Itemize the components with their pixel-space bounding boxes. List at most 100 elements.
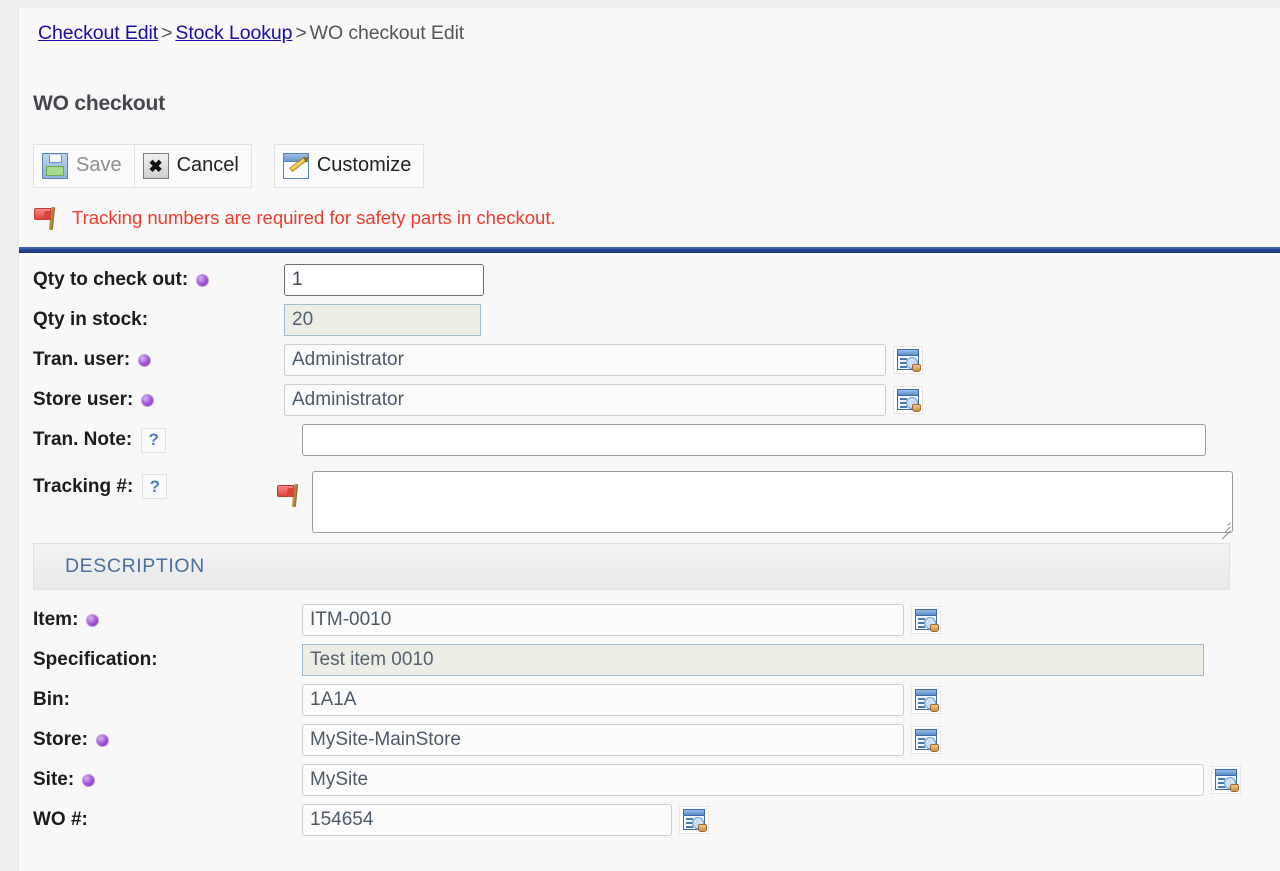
tracking-number-textarea-wrap [312, 471, 1233, 540]
breadcrumb-separator-1: > [161, 22, 173, 44]
checkout-form: Qty to check out: Qty in stock: [19, 260, 1280, 840]
customize-button-label: Customize [316, 154, 412, 176]
label-text: Store: [33, 729, 88, 750]
floppy-disk-icon [42, 153, 68, 179]
field-specification [284, 644, 1280, 676]
label-store-user: Store user: [19, 389, 284, 411]
label-item: Item: [19, 609, 284, 631]
cancel-x-icon: ✖ [142, 153, 169, 179]
label-text: Item: [33, 609, 79, 630]
label-text: Site: [33, 769, 75, 790]
label-text: Qty in stock: [33, 309, 149, 330]
form-row-qty-in-stock: Qty in stock: [19, 300, 1280, 340]
tran-user-lookup-icon[interactable] [893, 346, 923, 374]
label-text: Tran. Note: [33, 429, 133, 450]
label-text: Qty to check out: [33, 269, 189, 290]
store-input[interactable] [302, 724, 904, 756]
label-bin: Bin: [19, 689, 284, 711]
required-dot-icon [142, 394, 154, 406]
label-tracking-number: Tracking #: ? [19, 460, 284, 499]
top-strip [18, 0, 1280, 8]
page-content: Checkout Edit > Stock Lookup > WO checkout E… [19, 8, 1280, 871]
store-lookup-icon[interactable] [911, 726, 941, 754]
field-tran-note [284, 424, 1280, 456]
toolbar: Save ✖ Cancel Customize [33, 144, 425, 188]
customize-button[interactable]: Customize [273, 144, 425, 188]
section-divider [19, 247, 1280, 253]
cancel-button[interactable]: ✖ Cancel [133, 144, 252, 188]
qty-in-stock-input [284, 304, 481, 336]
label-wo-number: WO #: [19, 809, 284, 831]
label-tran-note: Tran. Note: ? [19, 427, 284, 453]
label-text: Store user: [33, 389, 134, 410]
section-title-text: DESCRIPTION [65, 555, 205, 577]
required-dot-icon [96, 734, 108, 746]
specification-input [302, 644, 1204, 676]
page-title: WO checkout [33, 92, 165, 115]
save-button-label: Save [76, 154, 122, 176]
label-qty-in-stock: Qty in stock: [19, 309, 284, 331]
breadcrumb-current: WO checkout Edit [309, 22, 465, 44]
label-site: Site: [19, 769, 284, 791]
form-row-specification: Specification: [19, 640, 1280, 680]
tran-note-input[interactable] [302, 424, 1206, 456]
field-store-user [284, 384, 1280, 416]
breadcrumb-separator-2: > [295, 22, 307, 44]
validation-warning: Tracking numbers are required for safety… [33, 204, 556, 232]
wo-number-lookup-icon[interactable] [679, 806, 709, 834]
site-lookup-icon[interactable] [1211, 766, 1241, 794]
form-row-store-user: Store user: [19, 380, 1280, 420]
qty-to-check-out-input[interactable] [284, 264, 484, 296]
form-row-store: Store: [19, 720, 1280, 760]
field-site [284, 764, 1280, 796]
required-dot-icon [139, 354, 151, 366]
label-specification: Specification: [19, 649, 284, 671]
wo-number-input[interactable] [302, 804, 672, 836]
form-row-tran-note: Tran. Note: ? [19, 420, 1280, 460]
red-flag-icon [33, 204, 61, 232]
tracking-number-help-icon[interactable]: ? [142, 474, 168, 499]
label-tran-user: Tran. user: [19, 349, 284, 371]
left-gutter [0, 0, 19, 871]
item-lookup-icon[interactable] [911, 606, 941, 634]
required-dot-icon [197, 274, 209, 286]
field-qty-to-check-out [284, 264, 1280, 296]
cancel-button-label: Cancel [176, 154, 239, 176]
breadcrumb-link-checkout-edit[interactable]: Checkout Edit [38, 22, 158, 44]
bin-lookup-icon[interactable] [911, 686, 941, 714]
form-row-tracking-number: Tracking #: ? [19, 460, 1280, 540]
tran-note-help-icon[interactable]: ? [141, 427, 167, 453]
field-wo-number [284, 804, 1280, 836]
label-text: Bin: [33, 689, 70, 710]
tran-user-input[interactable] [284, 344, 886, 376]
field-qty-in-stock [284, 304, 1280, 336]
label-qty-to-check-out: Qty to check out: [19, 269, 284, 291]
breadcrumb: Checkout Edit > Stock Lookup > WO checkout E… [38, 22, 464, 45]
section-header-description: DESCRIPTION [33, 543, 1230, 590]
page-root: Checkout Edit > Stock Lookup > WO checkout E… [0, 0, 1280, 871]
field-tracking-number [277, 460, 1280, 540]
required-dot-icon [87, 614, 99, 626]
label-store: Store: [19, 729, 284, 751]
label-text: Tran. user: [33, 349, 131, 370]
store-user-lookup-icon[interactable] [893, 386, 923, 414]
breadcrumb-link-stock-lookup[interactable]: Stock Lookup [175, 22, 292, 44]
form-row-item: Item: [19, 600, 1280, 640]
form-row-bin: Bin: [19, 680, 1280, 720]
tracking-required-flag-icon [276, 481, 304, 509]
item-input[interactable] [302, 604, 904, 636]
bin-input[interactable] [302, 684, 904, 716]
form-row-qty-to-check-out: Qty to check out: [19, 260, 1280, 300]
form-row-site: Site: [19, 760, 1280, 800]
form-row-tran-user: Tran. user: [19, 340, 1280, 380]
save-button[interactable]: Save [33, 144, 135, 188]
validation-warning-text: Tracking numbers are required for safety… [72, 207, 556, 228]
label-text: Specification: [33, 649, 158, 670]
field-bin [284, 684, 1280, 716]
tracking-number-textarea[interactable] [312, 471, 1233, 533]
label-text: Tracking #: [33, 476, 134, 497]
site-input[interactable] [302, 764, 1204, 796]
store-user-input[interactable] [284, 384, 886, 416]
required-dot-icon [83, 774, 95, 786]
field-tran-user [284, 344, 1280, 376]
